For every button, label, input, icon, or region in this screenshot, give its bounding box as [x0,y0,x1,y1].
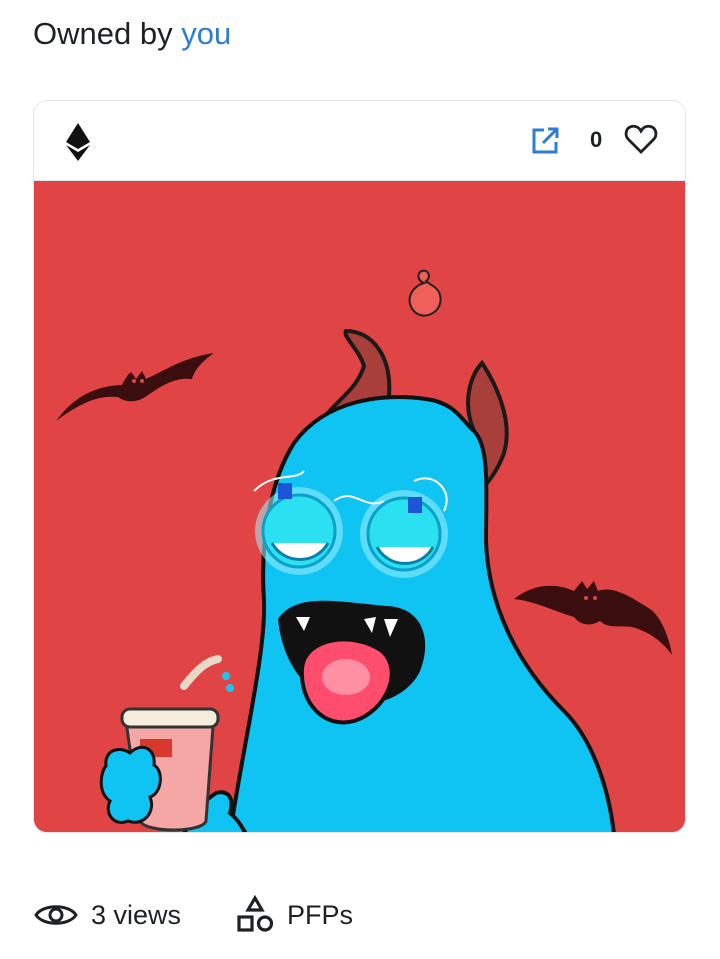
views-count: 3 views [91,899,182,930]
nft-image[interactable] [34,181,685,832]
stats-bar: 3 views PFPs [33,890,353,940]
eye-icon [34,905,78,925]
ownership-line: Owned by you [33,14,231,54]
category-label[interactable]: PFPs [287,900,353,931]
views-stat: 3 views [33,900,181,931]
owned-by-label: Owned by [33,16,173,51]
nft-card: 0 [33,100,686,833]
shapes-icon [237,895,274,932]
ethereum-icon [66,123,90,161]
external-link-icon[interactable] [529,125,561,157]
like-count: 0 [590,127,603,152]
category-stat[interactable]: PFPs [235,895,353,935]
heart-icon[interactable] [624,123,658,155]
owner-link[interactable]: you [181,16,231,51]
card-header: 0 [34,101,685,181]
